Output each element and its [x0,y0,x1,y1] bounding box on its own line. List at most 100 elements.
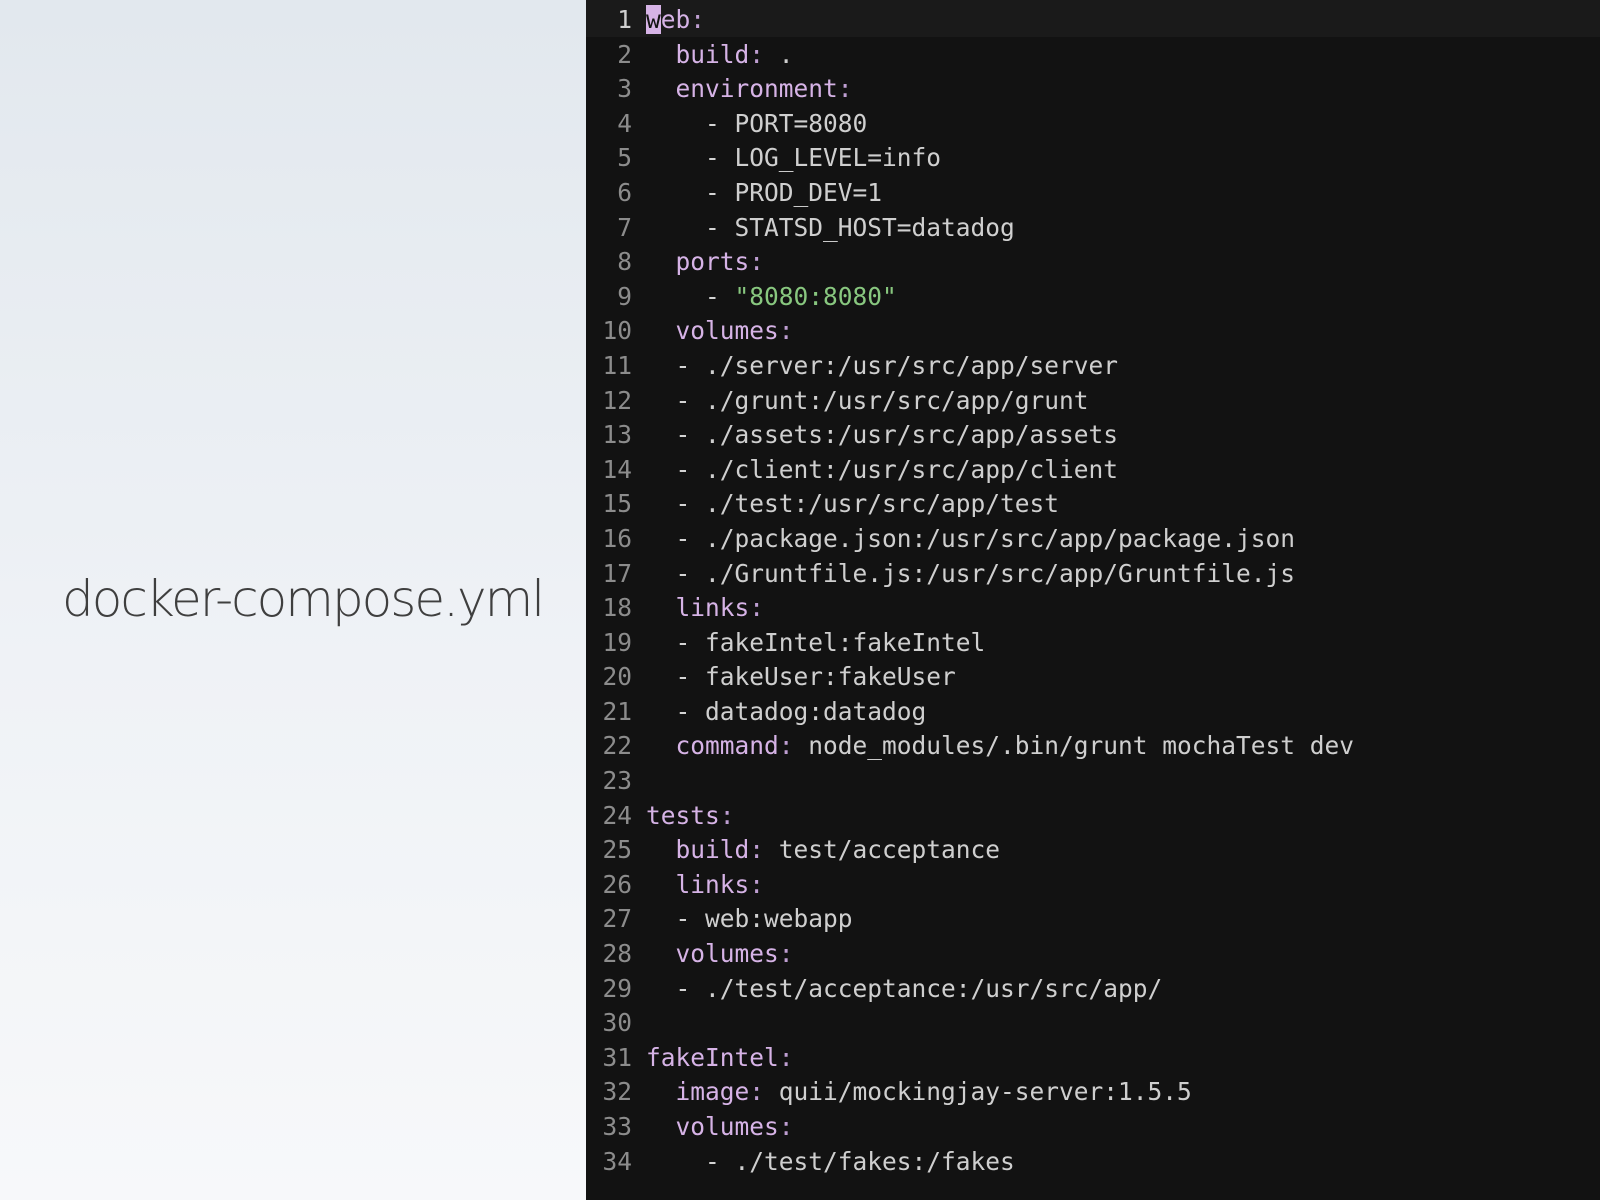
line-text: - LOG_LEVEL=info [646,141,941,176]
code-line[interactable]: 15 - ./test:/usr/src/app/test [586,487,1600,522]
code-line[interactable]: 21 - datadog:datadog [586,695,1600,730]
code-line[interactable]: 33 volumes: [586,1110,1600,1145]
code-line[interactable]: 25 build: test/acceptance [586,833,1600,868]
line-number: 31 [602,1042,632,1072]
list-dash: - [675,350,706,380]
code-line[interactable]: 18 links: [586,591,1600,626]
line-text: - ./test/acceptance:/usr/src/app/ [646,972,1163,1007]
line-number: 9 [617,281,632,311]
code-line[interactable]: 7 - STATSD_HOST=datadog [586,211,1600,246]
code-line[interactable]: 32 image: quii/mockingjay-server:1.5.5 [586,1075,1600,1110]
yaml-value: STATSD_HOST=datadog [734,212,1015,242]
line-text: fakeIntel: [646,1041,794,1076]
code-line[interactable]: 12 - ./grunt:/usr/src/app/grunt [586,384,1600,419]
code-line[interactable]: 29 - ./test/acceptance:/usr/src/app/ [586,972,1600,1007]
code-line[interactable]: 27 - web:webapp [586,902,1600,937]
yaml-value: quii/mockingjay-server:1.5.5 [764,1077,1192,1107]
line-text: links: [646,591,765,626]
code-line[interactable]: 4 - PORT=8080 [586,107,1600,142]
yaml-colon: : [690,5,706,34]
line-number: 6 [617,177,632,207]
code-line[interactable]: 19 - fakeIntel:fakeIntel [586,626,1600,661]
yaml-colon: : [749,835,765,865]
line-number: 2 [617,39,632,69]
code-line[interactable]: 28 volumes: [586,937,1600,972]
code-line[interactable]: 3 environment: [586,72,1600,107]
line-number: 28 [602,939,632,969]
list-dash: - [675,696,706,726]
code-editor[interactable]: 1 web: 2 build: .3 environment: 4 - PORT=80… [586,0,1600,1200]
yaml-value: ./test/fakes:/fakes [734,1146,1015,1176]
line-text: - datadog:datadog [646,695,927,730]
yaml-value: ./assets:/usr/src/app/assets [705,420,1119,450]
code-line[interactable]: 5 - LOG_LEVEL=info [586,141,1600,176]
line-text: build: . [646,38,794,73]
yaml-colon: : [778,731,794,761]
yaml-key: fakeIntel [646,1042,779,1072]
code-line[interactable]: 2 build: . [586,38,1600,73]
code-line[interactable]: 17 - ./Gruntfile.js:/usr/src/app/Gruntfi… [586,557,1600,592]
code-lines[interactable]: 1 web: 2 build: .3 environment: 4 - PORT=80… [586,3,1600,1179]
code-line[interactable]: 26 links: [586,868,1600,903]
line-text: build: test/acceptance [646,833,1001,868]
yaml-value: datadog:datadog [705,696,927,726]
line-number: 10 [602,316,632,346]
code-line[interactable]: 11 - ./server:/usr/src/app/server [586,349,1600,384]
list-dash: - [705,1146,735,1176]
line-text: volumes: [646,314,794,349]
yaml-key: environment [675,74,838,104]
line-number: 26 [602,869,632,899]
line-number: 29 [602,973,632,1003]
code-line[interactable]: 31 fakeIntel: [586,1041,1600,1076]
code-line[interactable]: 9 - "8080:8080" [586,280,1600,315]
code-line[interactable]: 16 - ./package.json:/usr/src/app/package… [586,522,1600,557]
code-line[interactable]: 13 - ./assets:/usr/src/app/assets [586,418,1600,453]
line-text: - PROD_DEV=1 [646,176,882,211]
code-line[interactable]: 14 - ./client:/usr/src/app/client [586,453,1600,488]
code-line[interactable]: 20 - fakeUser:fakeUser [586,660,1600,695]
list-dash: - [675,973,706,1003]
yaml-key: image [675,1077,750,1107]
text-cursor: w [646,5,661,34]
code-line[interactable]: 8 ports: [586,245,1600,280]
code-line[interactable]: 34 - ./test/fakes:/fakes [586,1145,1600,1180]
code-line[interactable]: 6 - PROD_DEV=1 [586,176,1600,211]
line-text: - ./server:/usr/src/app/server [646,349,1119,384]
code-line[interactable]: 1 web: [586,3,1600,38]
line-number: 33 [602,1112,632,1141]
list-dash: - [675,558,706,588]
line-number: 11 [602,350,632,380]
line-number: 15 [602,489,632,519]
line-number: 24 [602,800,632,830]
yaml-value: ./test:/usr/src/app/test [705,489,1060,519]
list-dash: - [705,108,735,138]
line-number: 18 [602,593,632,623]
yaml-key: build [675,835,750,865]
code-line[interactable]: 23 [586,764,1600,799]
list-dash: - [675,627,706,657]
code-line[interactable]: 22 command: node_modules/.bin/grunt moch… [586,729,1600,764]
code-line[interactable]: 24 tests: [586,799,1600,834]
code-line[interactable]: 10 volumes: [586,314,1600,349]
line-text: - STATSD_HOST=datadog [646,211,1015,246]
line-number: 19 [602,627,632,657]
line-text: - ./client:/usr/src/app/client [646,453,1119,488]
code-line[interactable]: 30 [586,1006,1600,1041]
line-number: 14 [602,454,632,484]
